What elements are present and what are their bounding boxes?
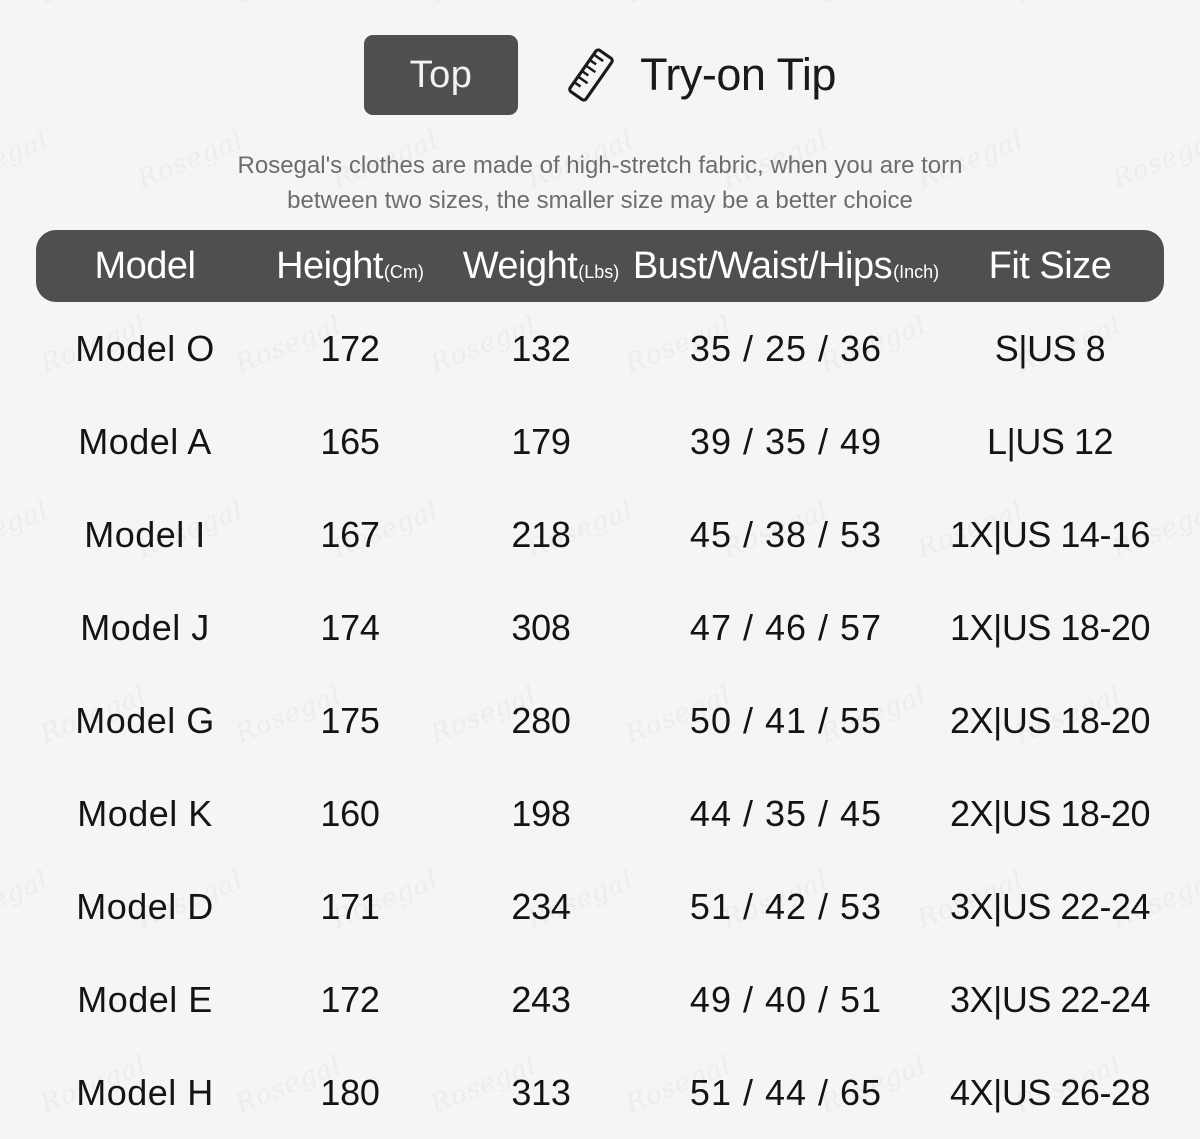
cell-height: 180 [254,1072,446,1114]
table-row: Model J17430847 / 46 / 571X|US 18-20 [36,581,1164,674]
cell-height: 165 [254,421,446,463]
cell-weight: 179 [446,421,636,463]
try-on-tip-group: Try-on Tip [560,44,836,106]
cell-weight: 313 [446,1072,636,1114]
column-header-weight-label: Weight [463,245,578,288]
cell-weight: 308 [446,607,636,649]
subtitle-line-1: Rosegal's clothes are made of high-stret… [0,148,1200,183]
column-header-measurements-unit: (Inch) [893,262,939,283]
top-badge-label: Top [410,54,473,97]
cell-model: Model H [36,1072,254,1114]
cell-fit-size: S|US 8 [936,328,1164,370]
column-header-height-unit: (Cm) [384,262,424,283]
cell-fit-size: L|US 12 [936,421,1164,463]
cell-measurements: 45 / 38 / 53 [636,514,936,556]
cell-model: Model G [36,700,254,742]
cell-fit-size: 1X|US 14-16 [936,514,1164,556]
table-row: Model I16721845 / 38 / 531X|US 14-16 [36,488,1164,581]
ruler-icon [560,44,622,106]
cell-weight: 218 [446,514,636,556]
table-row: Model D17123451 / 42 / 533X|US 22-24 [36,860,1164,953]
size-chart-table: Model Height(Cm) Weight(Lbs) Bust/Waist/… [36,230,1164,1139]
cell-fit-size: 1X|US 18-20 [936,607,1164,649]
cell-fit-size: 3X|US 22-24 [936,886,1164,928]
table-row: Model G17528050 / 41 / 552X|US 18-20 [36,674,1164,767]
table-row: Model O17213235 / 25 / 36S|US 8 [36,302,1164,395]
cell-height: 160 [254,793,446,835]
cell-weight: 234 [446,886,636,928]
table-row: Model H18031351 / 44 / 654X|US 26-28 [36,1046,1164,1139]
cell-measurements: 49 / 40 / 51 [636,979,936,1021]
cell-measurements: 39 / 35 / 49 [636,421,936,463]
cell-fit-size: 2X|US 18-20 [936,700,1164,742]
column-header-measurements-label: Bust/Waist/Hips [633,245,892,288]
table-row: Model E17224349 / 40 / 513X|US 22-24 [36,953,1164,1046]
cell-weight: 198 [446,793,636,835]
cell-weight: 243 [446,979,636,1021]
cell-measurements: 47 / 46 / 57 [636,607,936,649]
cell-weight: 132 [446,328,636,370]
table-row: Model K16019844 / 35 / 452X|US 18-20 [36,767,1164,860]
table-row: Model A16517939 / 35 / 49L|US 12 [36,395,1164,488]
cell-weight: 280 [446,700,636,742]
cell-height: 175 [254,700,446,742]
cell-height: 172 [254,328,446,370]
cell-fit-size: 3X|US 22-24 [936,979,1164,1021]
table-header-row: Model Height(Cm) Weight(Lbs) Bust/Waist/… [36,230,1164,302]
cell-model: Model K [36,793,254,835]
column-header-model: Model [36,245,254,288]
cell-measurements: 35 / 25 / 36 [636,328,936,370]
cell-model: Model A [36,421,254,463]
table-body: Model O17213235 / 25 / 36S|US 8Model A16… [36,302,1164,1139]
column-header-height-label: Height [276,245,383,288]
cell-height: 172 [254,979,446,1021]
column-header-weight-unit: (Lbs) [578,262,619,283]
cell-model: Model J [36,607,254,649]
subtitle: Rosegal's clothes are made of high-stret… [0,148,1200,218]
subtitle-line-2: between two sizes, the smaller size may … [0,183,1200,218]
cell-model: Model I [36,514,254,556]
cell-model: Model D [36,886,254,928]
cell-model: Model O [36,328,254,370]
top-badge: Top [364,35,518,115]
column-header-fit-size-label: Fit Size [989,245,1112,288]
cell-fit-size: 4X|US 26-28 [936,1072,1164,1114]
cell-measurements: 51 / 42 / 53 [636,886,936,928]
cell-measurements: 51 / 44 / 65 [636,1072,936,1114]
cell-model: Model E [36,979,254,1021]
column-header-model-label: Model [95,245,196,288]
cell-height: 167 [254,514,446,556]
cell-fit-size: 2X|US 18-20 [936,793,1164,835]
cell-height: 174 [254,607,446,649]
page-header: Top Try-on Tip [0,0,1200,150]
column-header-weight: Weight(Lbs) [446,245,636,288]
column-header-height: Height(Cm) [254,245,446,288]
column-header-fit-size: Fit Size [936,245,1164,288]
cell-height: 171 [254,886,446,928]
try-on-tip-title: Try-on Tip [640,49,836,101]
cell-measurements: 50 / 41 / 55 [636,700,936,742]
column-header-measurements: Bust/Waist/Hips(Inch) [636,245,936,288]
cell-measurements: 44 / 35 / 45 [636,793,936,835]
